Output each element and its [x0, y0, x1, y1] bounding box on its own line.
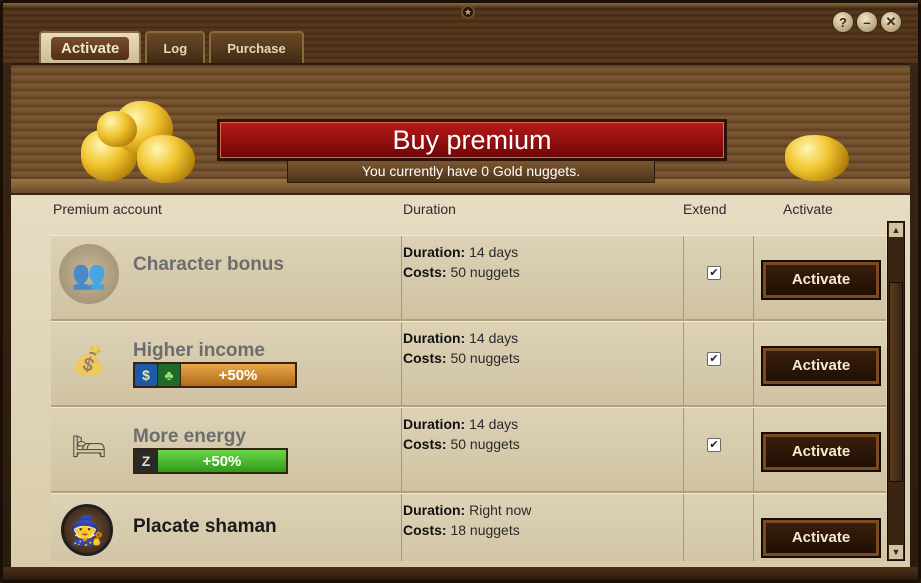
bonus-value: +50% [158, 450, 286, 472]
scroll-down-icon[interactable]: ▼ [889, 545, 903, 559]
gold-nugget-icon [781, 129, 853, 183]
bonus-value: +50% [181, 364, 295, 386]
sleep-z-icon: Z [135, 450, 157, 472]
nugget-balance: You currently have 0 Gold nuggets. [287, 161, 655, 183]
item-title: More energy [133, 426, 246, 447]
list-item: 🧙 Placate shaman Duration: Right now Cos… [51, 493, 886, 561]
item-details: Duration: 14 days Costs: 50 nuggets [403, 328, 520, 368]
tab-activate-label: Activate [51, 36, 130, 60]
costs-label: Costs: [403, 264, 447, 280]
window-footer [3, 567, 918, 580]
costs-value: 50 nuggets [450, 264, 520, 280]
item-title: Character bonus [133, 254, 284, 275]
duration-value: Right now [469, 502, 532, 518]
ornament-star-icon: ★ [461, 5, 475, 19]
duration-value: 14 days [469, 416, 519, 432]
duration-label: Duration: [403, 330, 466, 346]
column-header-extend: Extend [683, 201, 727, 217]
scrollbar[interactable]: ▲ ▼ [887, 221, 905, 561]
duration-label: Duration: [403, 502, 466, 518]
clover-icon: ♣ [158, 364, 180, 386]
shaman-portrait-icon: 🧙 [61, 504, 113, 556]
costs-label: Costs: [403, 436, 447, 452]
extend-checkbox[interactable]: ✔ [707, 266, 721, 280]
duration-value: 14 days [469, 330, 519, 346]
window-controls: ? – ✕ [832, 11, 902, 33]
header-trim [3, 3, 918, 9]
tab-log[interactable]: Log [145, 31, 206, 63]
extend-checkbox[interactable]: ✔ [707, 352, 721, 366]
minimize-button[interactable]: – [856, 11, 878, 33]
gold-nuggets-icon [75, 99, 199, 185]
tab-bar: Activate Log Purchase [39, 31, 304, 63]
item-details: Duration: Right now Costs: 18 nuggets [403, 500, 531, 540]
premium-window: ★ ? – ✕ Activate Log Purchase Buy premiu… [0, 0, 921, 583]
income-bonus-bar: $ ♣ +50% [133, 362, 297, 388]
item-details: Duration: 14 days Costs: 50 nuggets [403, 242, 520, 282]
duration-value: 14 days [469, 244, 519, 260]
item-title: Placate shaman [133, 516, 277, 537]
energy-bonus-bar: Z +50% [133, 448, 288, 474]
list-item: 💰 Higher income $ ♣ +50% Duration: 14 da… [51, 321, 886, 407]
duration-label: Duration: [403, 416, 466, 432]
costs-label: Costs: [403, 350, 447, 366]
premium-list: 👥 Character bonus Duration: 14 days Cost… [51, 235, 886, 561]
character-portrait-icon: 👥 [59, 244, 119, 304]
dollar-icon: $ [135, 364, 157, 386]
item-title: Higher income [133, 340, 265, 361]
costs-value: 50 nuggets [450, 436, 520, 452]
activate-button[interactable]: Activate [763, 434, 879, 470]
item-details: Duration: 14 days Costs: 50 nuggets [403, 414, 520, 454]
duration-label: Duration: [403, 244, 466, 260]
costs-label: Costs: [403, 522, 447, 538]
banner-title: Buy premium [217, 119, 727, 161]
costs-value: 50 nuggets [450, 350, 520, 366]
costs-value: 18 nuggets [450, 522, 520, 538]
close-button[interactable]: ✕ [880, 11, 902, 33]
activate-button[interactable]: Activate [763, 262, 879, 298]
list-item: 🛏 More energy Z +50% Duration: 14 days C… [51, 407, 886, 493]
activate-button[interactable]: Activate [763, 348, 879, 384]
money-stack-icon: 💰 [71, 344, 107, 376]
extend-checkbox[interactable]: ✔ [707, 438, 721, 452]
list-item: 👥 Character bonus Duration: 14 days Cost… [51, 235, 886, 321]
activate-button[interactable]: Activate [763, 520, 879, 556]
help-button[interactable]: ? [832, 11, 854, 33]
column-header-activate: Activate [783, 201, 833, 217]
column-header-account: Premium account [53, 201, 162, 217]
tab-purchase[interactable]: Purchase [209, 31, 304, 63]
column-header-duration: Duration [403, 201, 456, 217]
scroll-thumb[interactable] [889, 282, 903, 482]
bed-icon: 🛏 [71, 430, 107, 462]
tab-activate[interactable]: Activate [39, 31, 142, 63]
scroll-up-icon[interactable]: ▲ [889, 223, 903, 237]
